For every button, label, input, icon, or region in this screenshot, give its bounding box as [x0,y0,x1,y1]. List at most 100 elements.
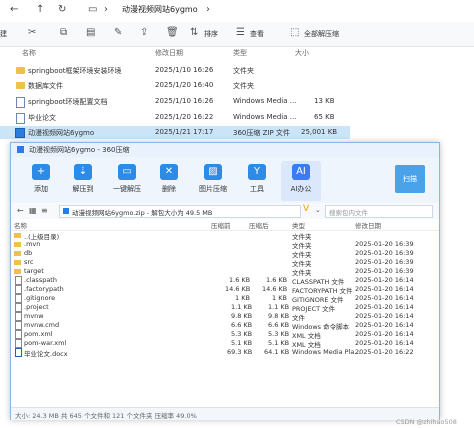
folder-icon [14,269,21,274]
list-mode-icon[interactable]: ≡ [41,206,48,215]
delete-icon[interactable]: 🗑 [166,27,179,38]
zip-row-name: mvnw [24,312,44,320]
zip-row-before: 69.3 KB [227,348,253,356]
extract-to-label: 解压到 [72,185,94,193]
dropdown-v-icon[interactable]: V [303,204,309,214]
back-arrow-icon[interactable]: ← [17,206,24,215]
file-size: 13 KB [314,97,335,105]
zip-row[interactable]: db 文件夹 2025-01-20 16:39 [11,249,439,259]
delete-button[interactable]: ✕ 删除 [149,161,189,201]
file-modified: 2025/1/20 16:22 [155,113,214,121]
delete-label: 删除 [162,185,176,193]
zip-row[interactable]: .gitignore 1 KB 1 KB GITIGNORE 文件 2025-0… [11,294,439,304]
file-type: Windows Media ... [233,113,297,121]
view-icon[interactable]: ☰ [236,27,245,38]
view-mode-icon[interactable]: ▦ [29,206,37,215]
address-path[interactable]: 动漫视频网站6ygmo [122,4,198,15]
zip-file-list: ..(上级目录) 文件夹 .mvn 文件夹 2025-01-20 16:39 d… [11,231,439,407]
column-header-before[interactable]: 压缩前 [211,220,231,230]
zip-row-after: 9.8 KB [268,312,290,320]
cut-icon[interactable]: ✂ [28,27,36,38]
zip-row[interactable]: mvnw 9.8 KB 9.8 KB 文件 2025-01-20 16:14 [11,312,439,322]
zip-row-modified: 2025-01-20 16:14 [355,285,414,293]
view-button[interactable]: 查看 [250,29,264,39]
zip-row[interactable]: mvnw.cmd 6.6 KB 6.6 KB Windows 命令脚本 2025… [11,321,439,331]
extract-icon[interactable]: ⬚ [290,27,299,38]
file-size: 25,001 KB [301,128,338,136]
one-click-extract-button[interactable]: ▭ 一键解压 [107,161,147,201]
column-header-size[interactable]: 大小 [295,48,309,58]
zip-icon [63,208,69,214]
image-compress-button[interactable]: ▨ 图片压缩 [193,161,233,201]
file-row[interactable]: 数据库文件 2025/1/20 16:40 文件夹 [0,79,474,92]
document-icon [15,285,22,294]
file-name: 动漫视频网站6ygmo [28,129,95,137]
column-header-type[interactable]: 类型 [292,220,305,230]
paste-icon[interactable]: ▤ [86,27,95,38]
zip-search-input[interactable]: 搜索包内文件 [325,205,433,218]
zip-row[interactable]: 毕业论文.docx 69.3 KB 64.1 KB Windows Media … [11,348,439,358]
sort-button[interactable]: 排序 [204,29,218,39]
extract-to-button[interactable]: ⇣ 解压到 [63,161,103,201]
zip-row-modified: 2025-01-20 16:14 [355,330,414,338]
up-arrow-icon[interactable]: ↑ [36,4,44,15]
column-header-name[interactable]: 名称 [22,48,36,58]
zip-row[interactable]: .factorypath 14.6 KB 14.6 KB FACTORYPATH… [11,285,439,295]
zip-row[interactable]: target 文件夹 2025-01-20 16:39 [11,267,439,277]
column-header-after[interactable]: 压缩后 [249,220,269,230]
zip-row-type: Windows Media Pla... [292,348,361,356]
column-header-modified[interactable]: 修改日期 [155,48,183,58]
refresh-icon[interactable]: ↻ [58,4,66,15]
back-arrow-icon[interactable]: ← [10,4,18,15]
ai-office-icon: AI [292,164,310,180]
new-button-label[interactable]: 建 [0,29,7,39]
tools-icon: Y [248,164,266,180]
document-icon [15,276,22,285]
zip-row[interactable]: ..(上级目录) 文件夹 [11,231,439,241]
zip-row-after: 6.6 KB [268,321,290,329]
file-row[interactable]: springboot环境配置文档 2025/1/10 16:26 Windows… [0,95,474,108]
zip-row[interactable]: pom-war.xml 5.1 KB 5.1 KB XML 文档 2025-01… [11,339,439,349]
zip-row-name: pom-war.xml [24,339,67,347]
sort-icon[interactable]: ⇅ [190,27,198,38]
add-button[interactable]: + 添加 [21,161,61,201]
zip-path-field[interactable]: 动漫视频网站6ygmo.zip - 解包大小为 49.5 MB [59,205,301,218]
add-icon: + [32,164,50,180]
zip-path-text: 动漫视频网站6ygmo.zip - 解包大小为 49.5 MB [72,209,213,217]
document-icon [15,330,22,339]
chevron-down-icon[interactable]: ⌄ [315,206,321,214]
zip-row-modified: 2025-01-20 16:14 [355,303,414,311]
copy-icon[interactable]: ⧉ [60,27,67,38]
file-modified: 2025/1/20 16:40 [155,81,214,89]
file-row[interactable]: springboot框架环境安装环境 2025/1/10 16:26 文件夹 [0,64,474,77]
zip-row-modified: 2025-01-20 16:14 [355,276,414,284]
zip-row[interactable]: .mvn 文件夹 2025-01-20 16:39 [11,240,439,250]
zip-row-name: 毕业论文.docx [24,350,68,358]
zip-row-modified: 2025-01-20 16:22 [355,348,414,356]
file-type: Windows Media ... [233,97,297,105]
zip-row[interactable]: .classpath 1.6 KB 1.6 KB CLASSPATH 文件 20… [11,276,439,286]
rename-icon[interactable]: ✎ [114,27,122,38]
zip-row-after: 1 KB [272,294,287,302]
file-row-selected[interactable]: 动漫视频网站6ygmo 2025/1/21 17:17 360压缩 ZIP 文件… [0,126,350,139]
zip-icon [15,128,25,138]
explorer-address-bar: ← ↑ ↻ ▭ › 动漫视频网站6ygmo › [0,0,474,23]
zip-row[interactable]: src 文件夹 2025-01-20 16:39 [11,258,439,268]
chevron-right-icon: › [206,4,210,15]
column-header-modified[interactable]: 修改日期 [355,220,381,230]
zip-row[interactable]: pom.xml 5.3 KB 5.3 KB XML 文档 2025-01-20 … [11,330,439,340]
ai-office-button[interactable]: AI AI办公 [281,161,321,201]
file-size: 65 KB [314,113,335,121]
column-header-type[interactable]: 类型 [233,48,247,58]
file-type: 文件夹 [233,67,254,75]
zip-table-header: 名称 压缩前 压缩后 类型 修改日期 [11,219,439,231]
zip-row[interactable]: .project 1.1 KB 1.1 KB PROJECT 文件 2025-0… [11,303,439,313]
share-icon[interactable]: ⇪ [140,27,148,38]
file-row[interactable]: 毕业论文 2025/1/20 16:22 Windows Media ... 6… [0,111,474,124]
extract-all-button[interactable]: 全部解压缩 [304,29,339,39]
document-icon [15,348,22,357]
tools-button[interactable]: Y 工具 [237,161,277,201]
status-text: 大小: 24.3 MB 共 645 个文件和 121 个文件夹 压缩率 49.0… [15,412,197,420]
scan-button[interactable]: 扫描 [395,165,425,193]
column-header-name[interactable]: 名称 [14,220,27,230]
